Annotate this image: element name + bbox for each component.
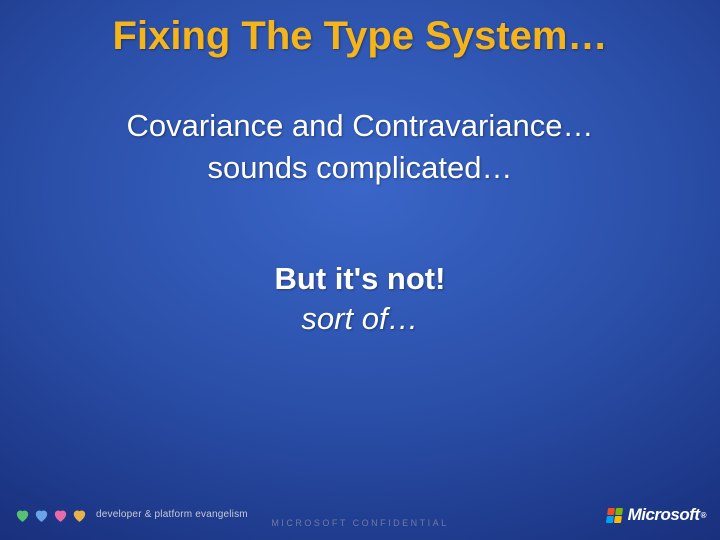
heart-icon bbox=[52, 507, 69, 524]
footer-right: Microsoft ® bbox=[607, 505, 706, 525]
slide: Fixing The Type System… Covariance and C… bbox=[0, 0, 720, 540]
microsoft-wordmark: Microsoft bbox=[628, 505, 700, 525]
heart-icon bbox=[33, 507, 50, 524]
slide-title: Fixing The Type System… bbox=[0, 0, 720, 59]
body-text-block: Covariance and Contravariance… sounds co… bbox=[0, 105, 720, 189]
body-line-1: Covariance and Contravariance… bbox=[0, 105, 720, 147]
registered-mark: ® bbox=[701, 511, 706, 520]
windows-flag-icon bbox=[606, 508, 623, 523]
heart-icon bbox=[14, 507, 31, 524]
body-line-2: sounds complicated… bbox=[0, 147, 720, 189]
microsoft-logo: Microsoft ® bbox=[607, 505, 706, 525]
footer-left: developer & platform evangelism bbox=[14, 507, 248, 524]
emphasis-block: But it's not! sort of… bbox=[0, 261, 720, 337]
emphasis-bold: But it's not! bbox=[0, 261, 720, 297]
heart-icon bbox=[71, 507, 88, 524]
dpe-label: developer & platform evangelism bbox=[96, 510, 248, 520]
emphasis-italic: sort of… bbox=[0, 301, 720, 337]
confidential-label: MICROSOFT CONFIDENTIAL bbox=[271, 518, 448, 528]
footer: developer & platform evangelism MICROSOF… bbox=[0, 496, 720, 540]
dpe-heart-icons bbox=[14, 507, 88, 524]
